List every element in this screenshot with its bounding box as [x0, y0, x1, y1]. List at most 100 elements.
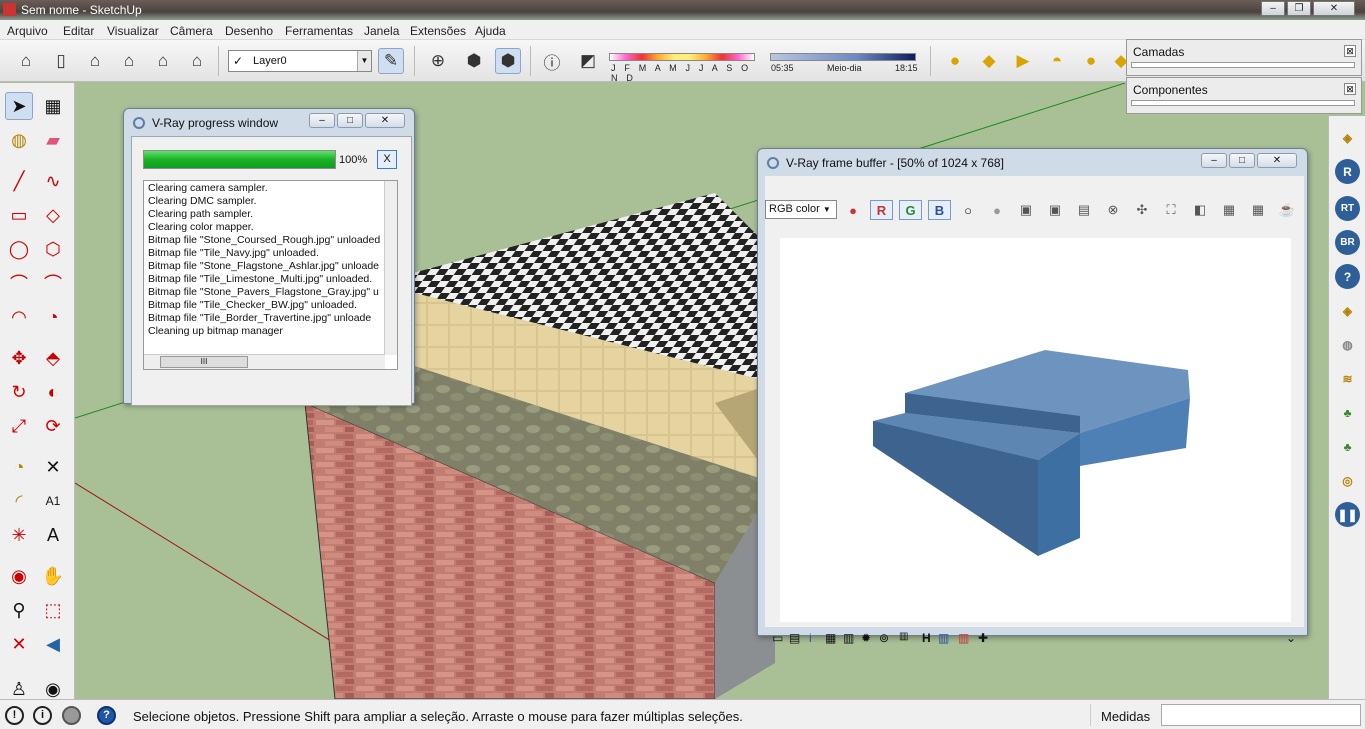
eraser-icon[interactable]: ▰ — [39, 126, 67, 154]
red-channel-button[interactable]: R — [870, 200, 893, 220]
close-icon[interactable]: ⊠ — [1344, 83, 1356, 95]
move-icon[interactable]: ✥ — [5, 344, 33, 372]
circle-icon[interactable]: ◯ — [5, 235, 33, 263]
shadow-time-slider[interactable]: 05:35 Meio-dia 18:15 — [770, 53, 920, 75]
push-pull-icon[interactable]: ⬘ — [39, 344, 67, 372]
component-icon[interactable]: ▦ — [39, 92, 67, 120]
rotate-icon[interactable]: ↻ — [5, 378, 33, 406]
show-info-icon[interactable]: ▭ — [772, 631, 783, 645]
clear-icon[interactable]: ⊗ — [1103, 200, 1123, 220]
left-view-icon[interactable]: ⌂ — [184, 48, 210, 74]
select-icon[interactable]: ➤ — [5, 92, 33, 120]
lut-icon[interactable]: ▥ — [958, 631, 969, 645]
maximize-button[interactable]: ❐ — [1287, 1, 1311, 16]
layer-manager-icon[interactable]: ✎ — [378, 48, 404, 74]
menu-editar[interactable]: Editar — [63, 24, 94, 38]
menu-ajuda[interactable]: Ajuda — [475, 24, 506, 38]
show-corrections-icon[interactable]: ▦ — [1219, 200, 1239, 220]
info-icon[interactable]: i — [809, 631, 812, 645]
help-icon[interactable]: ? — [1335, 264, 1360, 289]
log-vertical-scrollbar[interactable] — [384, 181, 397, 355]
menu-ferramentas[interactable]: Ferramentas — [285, 24, 353, 38]
components-tray[interactable]: Componentes ⊠ — [1126, 77, 1362, 114]
blue-channel-button[interactable]: B — [928, 200, 951, 220]
protractor-icon[interactable]: ◜ — [5, 487, 33, 515]
zoom-icon[interactable]: ⚲ — [5, 596, 33, 624]
rectangle-icon[interactable]: ▭ — [5, 201, 33, 229]
target-icon[interactable]: ◎ — [1335, 468, 1360, 493]
material-tag-icon[interactable]: ◈ — [1335, 298, 1360, 323]
tag-icon[interactable]: ◈ — [1335, 125, 1360, 150]
load-icon[interactable]: ▤ — [1074, 200, 1094, 220]
menu-camera[interactable]: Câmera — [170, 24, 213, 38]
render-br-icon[interactable]: BR — [1335, 230, 1360, 255]
scroll-thumb[interactable]: III — [160, 356, 248, 368]
zoom-window-icon[interactable]: ⬚ — [39, 596, 67, 624]
front-view-icon[interactable]: ▯ — [48, 48, 74, 74]
region-render-icon[interactable]: ⛶ — [1161, 200, 1181, 220]
pie-icon[interactable]: ◔ — [39, 303, 67, 331]
minimize-button[interactable]: – — [309, 113, 335, 128]
save-icon[interactable]: ▣ — [1016, 200, 1036, 220]
cancel-render-button[interactable]: X — [377, 150, 397, 169]
green-channel-button[interactable]: G — [899, 200, 922, 220]
layer-dropdown[interactable]: ✓ Layer0 ▼ — [228, 50, 372, 72]
shaded-icon[interactable]: ⬢ — [461, 48, 487, 74]
arc-icon[interactable]: ⌒ — [5, 269, 33, 297]
credits-icon[interactable]: i — [33, 706, 52, 725]
vray-render-icon[interactable]: ● — [942, 48, 968, 74]
vray-spot-icon[interactable]: ▶ — [1010, 48, 1036, 74]
iso-view-icon[interactable]: ⌂ — [13, 48, 39, 74]
offset-icon[interactable]: ⟳ — [39, 412, 67, 440]
xray-icon[interactable]: ⊕ — [425, 48, 451, 74]
axes-icon[interactable]: ✳ — [5, 521, 33, 549]
vray-frame-buffer-window[interactable]: V-Ray frame buffer - [50% of 1024 x 768]… — [757, 148, 1308, 645]
rotated-rectangle-icon[interactable]: ◇ — [39, 201, 67, 229]
alpha-icon[interactable]: ○ — [958, 200, 978, 220]
tape-measure-icon[interactable]: ◔ — [5, 453, 33, 481]
mono-icon[interactable]: ● — [987, 200, 1007, 220]
plane-icon[interactable]: ≋ — [1335, 366, 1360, 391]
previous-view-icon[interactable]: ◀ — [39, 630, 67, 658]
color-balls-icon[interactable]: ● — [843, 200, 863, 220]
render-log[interactable]: Clearing camera sampler. Clearing DMC sa… — [143, 180, 398, 370]
log-horizontal-scrollbar[interactable]: III — [144, 354, 385, 369]
menu-janela[interactable]: Janela — [364, 24, 399, 38]
proxy-export-icon[interactable]: ♣ — [1335, 434, 1360, 459]
chevron-down-icon[interactable]: ▼ — [357, 51, 371, 71]
render-rt-icon[interactable]: RT — [1335, 196, 1360, 221]
exposure-icon[interactable]: ⊚ — [879, 631, 889, 645]
measurements-input[interactable] — [1161, 704, 1361, 726]
minimize-button[interactable]: – — [1261, 1, 1285, 16]
pause-icon[interactable]: ❚❚ — [1335, 502, 1360, 527]
render-canvas[interactable] — [780, 238, 1291, 622]
text-icon[interactable]: A1 — [39, 487, 67, 515]
user-icon[interactable] — [62, 706, 81, 725]
lens-effects-icon[interactable]: ✹ — [861, 631, 871, 645]
curve-icon[interactable]: ▥ — [938, 631, 949, 645]
menu-arquivo[interactable]: Arquivo — [7, 24, 48, 38]
history-icon[interactable]: ▦ — [825, 631, 836, 645]
link-icon[interactable]: ▦ — [1248, 200, 1268, 220]
color-correction-icon[interactable]: ▥ — [843, 631, 854, 645]
expand-panel-icon[interactable]: ⌄ — [1286, 631, 1296, 645]
3d-text-icon[interactable]: A — [39, 521, 67, 549]
close-button[interactable]: ✕ — [1257, 153, 1297, 168]
maximize-button[interactable]: □ — [1229, 153, 1255, 168]
minimize-button[interactable]: – — [1201, 153, 1227, 168]
menu-desenho[interactable]: Desenho — [225, 24, 273, 38]
shadow-info-icon[interactable]: ⓘ — [539, 48, 565, 74]
zoom-extents-icon[interactable]: ✕ — [5, 630, 33, 658]
geolocation-icon[interactable]: ! — [5, 706, 24, 725]
render-r-icon[interactable]: R — [1335, 159, 1360, 184]
save-all-icon[interactable]: ▣ — [1045, 200, 1065, 220]
vray-dome-icon[interactable]: ◓ — [1044, 48, 1070, 74]
three-point-arc-icon[interactable]: ◠ — [5, 303, 33, 331]
freehand-icon[interactable]: ∿ — [39, 167, 67, 195]
stamp-icon[interactable]: ▤ — [789, 631, 800, 645]
histogram-icon[interactable]: H — [922, 631, 931, 645]
back-view-icon[interactable]: ⌂ — [150, 48, 176, 74]
close-button[interactable]: ✕ — [365, 113, 405, 128]
close-icon[interactable]: ⊠ — [1344, 45, 1356, 57]
render-teapot-icon[interactable]: ☕ — [1277, 200, 1297, 220]
